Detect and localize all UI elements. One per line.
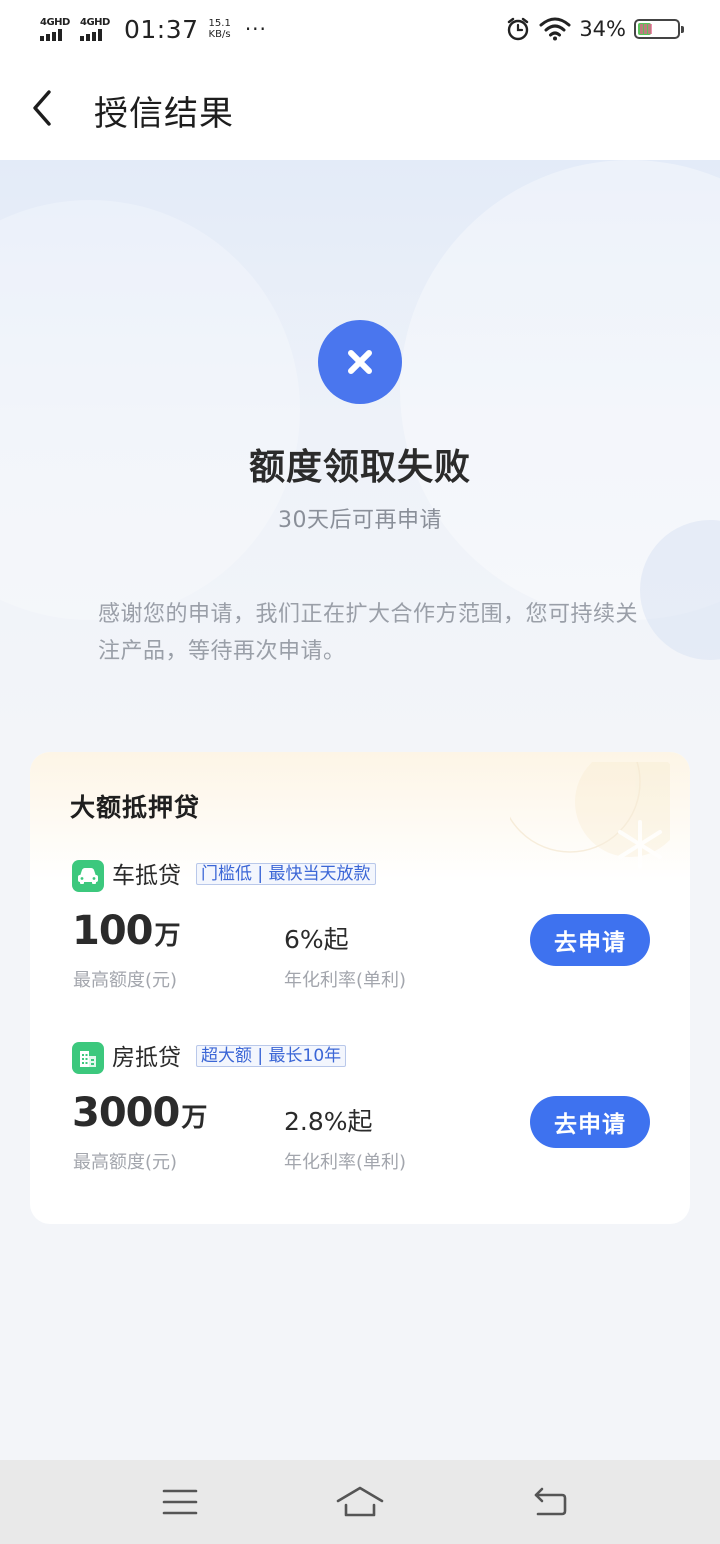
building-icon: [72, 1042, 104, 1074]
menu-icon: [162, 1489, 198, 1515]
battery-icon: [634, 19, 684, 39]
car-icon: [72, 860, 104, 892]
more-notifications-icon: ···: [244, 17, 267, 41]
alarm-icon: [508, 17, 529, 41]
signal-icon: 4GHD: [40, 17, 72, 41]
back-nav-button[interactable]: [520, 1478, 580, 1526]
amount-unit: 万: [154, 921, 181, 951]
rate-label: 年化利率(单利): [284, 1152, 407, 1173]
result-title: 额度领取失败: [248, 447, 471, 488]
result-section: 额度领取失败 30天后可再申请 感谢您的申请，我们正在扩大合作方范围，您可持续关…: [0, 160, 720, 740]
signal-icon: 4GHD: [80, 17, 112, 41]
battery-percent: 34%: [579, 17, 626, 41]
loan-item-house: 房抵贷 超大额 | 最长10年 3000万 最高额度(元) 2.8%起 年化利率…: [30, 1038, 690, 1188]
amount-label: 最高额度(元): [73, 970, 178, 991]
amount-label: 最高额度(元): [73, 1152, 178, 1173]
speed-value: 15.1: [208, 18, 231, 29]
status-bar: 4GHD 4GHD 01:37 15.1 KB/s ··· 34%: [0, 0, 720, 58]
loan-tag: 超大额 | 最长10年: [196, 1045, 347, 1067]
back-button[interactable]: [18, 80, 66, 136]
amount-number: 100: [72, 908, 153, 954]
result-description: 感谢您的申请，我们正在扩大合作方范围，您可持续关注产品，等待再次申请。: [98, 602, 639, 664]
wifi-icon: [539, 17, 571, 41]
max-amount: 3000万: [72, 1090, 207, 1136]
loan-card: 大额抵押贷 车抵贷 门槛低 | 最快当天放款 100万 最高额度(元) 6%起: [30, 752, 690, 1224]
navigation-bar: 授信结果: [0, 58, 720, 160]
network-type: 4GHD: [40, 17, 70, 28]
home-icon: [336, 1486, 384, 1517]
loan-tag: 门槛低 | 最快当天放款: [196, 863, 376, 885]
max-amount: 100万: [72, 908, 181, 954]
speed-unit: KB/s: [208, 29, 231, 40]
page-title: 授信结果: [94, 94, 234, 134]
home-button[interactable]: [330, 1478, 390, 1526]
fail-icon: [318, 320, 402, 404]
card-title: 大额抵押贷: [70, 793, 201, 822]
clock: 01:37: [124, 14, 199, 44]
loan-item-car: 车抵贷 门槛低 | 最快当天放款 100万 最高额度(元) 6%起 年化利率(单…: [30, 856, 690, 1006]
amount-number: 3000: [72, 1090, 180, 1136]
loan-name: 房抵贷: [112, 1045, 181, 1071]
apply-button-house-loan[interactable]: 去申请: [530, 1096, 650, 1148]
network-type: 4GHD: [80, 17, 110, 28]
network-speed: 15.1 KB/s: [209, 18, 231, 40]
result-subtitle: 30天后可再申请: [278, 508, 442, 533]
status-left: 4GHD 4GHD 01:37 15.1 KB/s ···: [40, 12, 267, 46]
return-icon: [534, 1487, 567, 1516]
apply-button-car-loan[interactable]: 去申请: [530, 914, 650, 966]
screen: 4GHD 4GHD 01:37 15.1 KB/s ··· 34% 授信结果 额…: [0, 0, 720, 1544]
rate-label: 年化利率(单利): [284, 970, 407, 991]
loan-name: 车抵贷: [112, 863, 181, 889]
system-navigation-bar: [0, 1460, 720, 1544]
amount-unit: 万: [181, 1103, 208, 1133]
menu-button[interactable]: [150, 1478, 210, 1526]
interest-rate: 2.8%起: [284, 1107, 373, 1136]
interest-rate: 6%起: [284, 925, 349, 954]
status-right: 34%: [505, 12, 684, 46]
chevron-left-icon: [33, 90, 51, 126]
